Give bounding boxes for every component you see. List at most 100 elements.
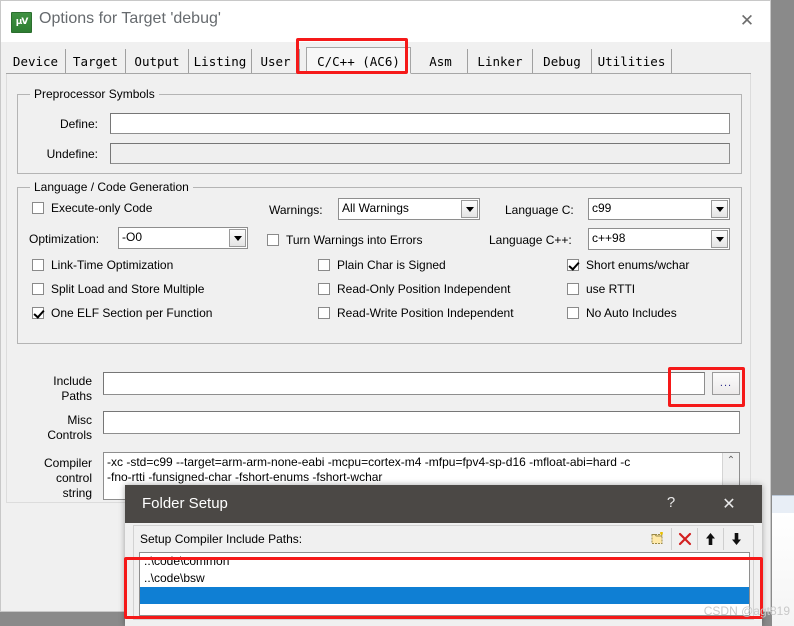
checkbox-one-elf-section-per-function[interactable]: One ELF Section per Function: [32, 306, 212, 320]
checkbox-no-auto-includes[interactable]: No Auto Includes: [567, 306, 677, 320]
checkbox-label: Turn Warnings into Errors: [286, 233, 423, 247]
language-c-label: Language C:: [505, 203, 574, 217]
tab-user[interactable]: User: [252, 49, 300, 74]
tab-content-panel: Preprocessor Symbols Define: Undefine: L…: [6, 74, 751, 503]
define-label: Define:: [59, 117, 98, 131]
checkbox-execute-only-code[interactable]: Execute-only Code: [32, 201, 152, 215]
delete-icon[interactable]: [672, 527, 698, 550]
checkbox-box: [318, 259, 330, 271]
checkbox-label: Link-Time Optimization: [51, 258, 174, 272]
optimization-select[interactable]: -O0: [118, 227, 248, 249]
preprocessor-symbols-group: Preprocessor Symbols Define: Undefine:: [17, 87, 742, 174]
checkbox-box: [32, 202, 44, 214]
checkbox-read-only-position-independent[interactable]: Read-Only Position Independent: [318, 282, 510, 296]
title-bar: µV Options for Target 'debug' ✕: [1, 1, 770, 42]
list-item[interactable]: ..\code\bsw: [140, 570, 749, 587]
close-icon[interactable]: ✕: [714, 494, 744, 513]
language-cpp-select[interactable]: c++98: [588, 228, 730, 250]
move-down-icon[interactable]: [724, 528, 749, 550]
language-cpp-label: Language C++:: [489, 233, 572, 247]
checkbox-plain-char-is-signed[interactable]: Plain Char is Signed: [318, 258, 446, 272]
checkbox-box: [318, 283, 330, 295]
checkbox-label: Read-Write Position Independent: [337, 306, 514, 320]
folder-setup-toolbar: [646, 527, 749, 550]
close-icon[interactable]: ✕: [724, 1, 770, 42]
checkbox-label: Execute-only Code: [51, 201, 153, 215]
include-paths-label-line2: Paths: [61, 389, 92, 403]
include-paths-label-line1: Include: [53, 374, 92, 388]
warnings-select[interactable]: All Warnings: [338, 198, 480, 220]
tab-asm[interactable]: Asm: [414, 49, 468, 74]
checkbox-label: Plain Char is Signed: [337, 258, 446, 272]
move-up-icon[interactable]: [698, 527, 724, 550]
checkbox-box: [32, 307, 44, 319]
compiler-control-string-label-line2: control: [55, 471, 92, 485]
undefine-input[interactable]: [110, 143, 730, 164]
checkbox-split-load-store-multiple[interactable]: Split Load and Store Multiple: [32, 282, 204, 296]
compiler-control-string-line2: -fno-rtti -funsigned-char -fshort-enums …: [107, 470, 383, 484]
preprocessor-symbols-title: Preprocessor Symbols: [30, 87, 159, 101]
language-code-generation-title: Language / Code Generation: [30, 180, 193, 194]
include-paths-browse-button[interactable]: ...: [712, 372, 740, 395]
checkbox-label: Split Load and Store Multiple: [51, 282, 205, 296]
folder-setup-title-bar: Folder Setup ? ✕: [125, 485, 762, 523]
tab-strip: Device Target Output Listing User C/C++ …: [6, 47, 766, 74]
tab-listing[interactable]: Listing: [189, 49, 252, 74]
chevron-down-icon[interactable]: [229, 229, 246, 247]
checkbox-link-time-optimization[interactable]: Link-Time Optimization: [32, 258, 173, 272]
include-paths-list[interactable]: ..\code\common ..\code\bsw: [139, 552, 750, 616]
warnings-label: Warnings:: [269, 203, 323, 217]
checkbox-box: [567, 283, 579, 295]
define-input[interactable]: [110, 113, 730, 134]
misc-controls-input[interactable]: [103, 411, 740, 434]
language-cpp-value: c++98: [592, 231, 626, 245]
checkbox-label: No Auto Includes: [586, 306, 677, 320]
optimization-value: -O0: [122, 230, 143, 244]
folder-setup-body: Setup Compiler Include Paths: ..\code\co…: [133, 525, 754, 620]
tab-device[interactable]: Device: [6, 49, 66, 74]
checkbox-label: Short enums/wchar: [586, 258, 690, 272]
tab-utilities[interactable]: Utilities: [592, 49, 672, 74]
tab-output[interactable]: Output: [126, 49, 189, 74]
checkbox-box: [267, 234, 279, 246]
checkbox-read-write-position-independent[interactable]: Read-Write Position Independent: [318, 306, 514, 320]
compiler-control-string-label-line1: Compiler: [43, 456, 92, 470]
help-icon[interactable]: ?: [656, 494, 686, 511]
tab-linker[interactable]: Linker: [468, 49, 533, 74]
checkbox-box: [32, 259, 44, 271]
checkbox-label: One ELF Section per Function: [51, 306, 213, 320]
language-c-select[interactable]: c99: [588, 198, 730, 220]
desktop-background: [772, 0, 794, 495]
misc-controls-label-line1: Misc: [67, 413, 92, 427]
list-item[interactable]: [140, 587, 749, 604]
page-title: Options for Target 'debug': [39, 10, 221, 27]
new-folder-icon[interactable]: [646, 527, 672, 550]
checkbox-box: [32, 283, 44, 295]
language-code-generation-group: Language / Code Generation Execute-only …: [17, 180, 742, 344]
chevron-down-icon[interactable]: [711, 200, 728, 218]
chevron-down-icon[interactable]: [711, 230, 728, 248]
list-item[interactable]: ..\code\common: [140, 553, 749, 570]
include-paths-input[interactable]: [103, 372, 705, 395]
undefine-label: Undefine:: [46, 147, 98, 161]
misc-controls-label-line2: Controls: [47, 428, 92, 442]
checkbox-label: use RTTI: [586, 282, 636, 296]
setup-include-paths-label: Setup Compiler Include Paths:: [140, 532, 303, 546]
uvision-icon: µV: [11, 12, 32, 33]
chevron-down-icon[interactable]: [461, 200, 478, 218]
compiler-control-string-line1: -xc -std=c99 --target=arm-arm-none-eabi …: [107, 455, 631, 469]
checkbox-box: [318, 307, 330, 319]
tab-target[interactable]: Target: [66, 49, 126, 74]
folder-setup-dialog: Folder Setup ? ✕ Setup Compiler Include …: [125, 485, 762, 626]
checkbox-short-enums-wchar[interactable]: Short enums/wchar: [567, 258, 689, 272]
warnings-value: All Warnings: [342, 201, 409, 215]
checkbox-turn-warnings-into-errors[interactable]: Turn Warnings into Errors: [267, 233, 422, 247]
checkbox-use-rtti[interactable]: use RTTI: [567, 282, 635, 296]
background-strip-light: [772, 495, 794, 514]
checkbox-box: [567, 259, 579, 271]
language-c-value: c99: [592, 201, 612, 215]
tab-debug[interactable]: Debug: [533, 49, 592, 74]
compiler-control-string-label-line3: string: [62, 486, 92, 500]
tab-c-cpp-ac6[interactable]: C/C++ (AC6): [306, 47, 411, 74]
scroll-up-icon[interactable]: ⌃: [723, 453, 739, 469]
